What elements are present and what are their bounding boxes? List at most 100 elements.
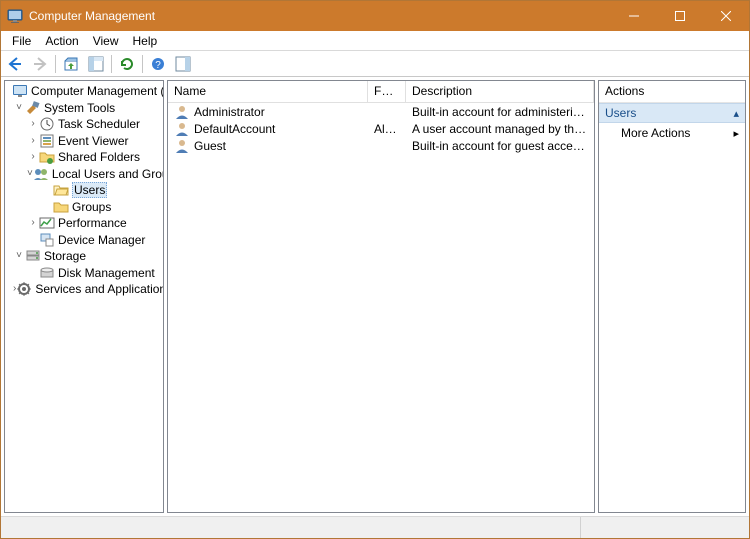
tree-label: Performance — [58, 216, 127, 230]
tree-label: Shared Folders — [58, 150, 140, 164]
computer-management-window: Computer Management File Action View Hel… — [0, 0, 750, 539]
toolbar-separator — [111, 55, 112, 73]
list-item[interactable]: Administrator Built-in account for admin… — [168, 103, 594, 120]
list-body[interactable]: Administrator Built-in account for admin… — [168, 103, 594, 154]
disk-icon — [39, 265, 55, 281]
tree-storage[interactable]: ˅ Storage — [5, 248, 163, 265]
tree-disk-management[interactable]: › Disk Management — [5, 265, 163, 282]
collapse-icon[interactable]: ˅ — [13, 103, 25, 113]
tree-event-viewer[interactable]: › Event Viewer — [5, 133, 163, 150]
tree-performance[interactable]: › Performance — [5, 215, 163, 232]
toolbar-separator — [55, 55, 56, 73]
list-item[interactable]: Guest Built-in account for guest access … — [168, 137, 594, 154]
menu-view[interactable]: View — [86, 32, 126, 50]
tree-groups[interactable]: › Groups — [5, 199, 163, 216]
tree-label: Task Scheduler — [58, 117, 140, 131]
services-icon — [16, 281, 32, 297]
svg-text:?: ? — [155, 60, 161, 71]
tree-label: Storage — [44, 249, 86, 263]
user-icon — [174, 121, 190, 137]
tree-task-scheduler[interactable]: › Task Scheduler — [5, 116, 163, 133]
actions-pane-title: Actions — [599, 81, 745, 103]
tree-label: Computer Management (Local) — [31, 84, 164, 98]
tree-label: System Tools — [44, 101, 115, 115]
up-button[interactable] — [59, 53, 83, 75]
status-cell — [1, 517, 581, 538]
users-groups-icon — [33, 166, 49, 182]
user-icon — [174, 138, 190, 154]
cell-name: DefaultAccount — [194, 122, 275, 136]
cell-name: Guest — [194, 139, 226, 153]
column-header-description[interactable]: Description — [406, 81, 594, 102]
hammer-icon — [25, 100, 41, 116]
toolbar-separator — [142, 55, 143, 73]
tree-label: Device Manager — [58, 233, 145, 247]
expand-icon[interactable]: › — [27, 119, 39, 129]
tree-label: Local Users and Groups — [52, 167, 164, 181]
tree-root[interactable]: ▾ Computer Management (Local) — [5, 83, 163, 100]
expand-icon[interactable]: › — [27, 218, 39, 228]
actions-group-header[interactable]: Users ▴ — [599, 103, 745, 123]
help-button[interactable]: ? — [146, 53, 170, 75]
expand-icon[interactable]: › — [27, 152, 39, 162]
back-button[interactable] — [3, 53, 27, 75]
toolbar: ? — [1, 51, 749, 77]
window-controls — [611, 1, 749, 31]
menu-file[interactable]: File — [5, 32, 38, 50]
event-log-icon — [39, 133, 55, 149]
forward-button[interactable] — [28, 53, 52, 75]
user-icon — [174, 104, 190, 120]
devices-icon — [39, 232, 55, 248]
performance-icon — [39, 215, 55, 231]
storage-icon — [25, 248, 41, 264]
menu-bar: File Action View Help — [1, 31, 749, 51]
clock-icon — [39, 116, 55, 132]
tree-system-tools[interactable]: ˅ System Tools — [5, 100, 163, 117]
actions-group-label: Users — [605, 106, 636, 120]
tree-label: Services and Applications — [35, 282, 164, 296]
computer-management-icon — [12, 83, 28, 99]
actions-more-actions[interactable]: More Actions ▸ — [599, 123, 745, 143]
tree-local-users-groups[interactable]: ˅ Local Users and Groups — [5, 166, 163, 183]
folder-icon — [53, 199, 69, 215]
list-header: Name Full ... Description — [168, 81, 594, 103]
computer-management-icon — [7, 8, 23, 24]
collapse-icon[interactable]: ▴ — [733, 107, 739, 120]
collapse-icon[interactable]: ˅ — [13, 251, 25, 261]
minimize-button[interactable] — [611, 1, 657, 31]
window-title: Computer Management — [29, 9, 611, 23]
tree-label: Users — [72, 182, 107, 198]
content-area: ▾ Computer Management (Local) ˅ System T… — [1, 77, 749, 516]
status-bar — [1, 516, 749, 538]
cell-description: Built-in account for guest access t... — [406, 139, 594, 153]
tree-shared-folders[interactable]: › Shared Folders — [5, 149, 163, 166]
list-item[interactable]: DefaultAccount Alex... A user account ma… — [168, 120, 594, 137]
console-tree[interactable]: ▾ Computer Management (Local) ˅ System T… — [5, 81, 163, 300]
close-button[interactable] — [703, 1, 749, 31]
console-tree-pane[interactable]: ▾ Computer Management (Local) ˅ System T… — [4, 80, 164, 513]
menu-help[interactable]: Help — [126, 32, 165, 50]
results-pane[interactable]: Name Full ... Description Administrator … — [167, 80, 595, 513]
actions-pane[interactable]: Actions Users ▴ More Actions ▸ — [598, 80, 746, 513]
tree-services-apps[interactable]: › Services and Applications — [5, 281, 163, 298]
cell-description: A user account managed by the s... — [406, 122, 594, 136]
column-header-name[interactable]: Name — [168, 81, 368, 102]
cell-description: Built-in account for administering... — [406, 105, 594, 119]
show-hide-tree-button[interactable] — [84, 53, 108, 75]
cell-name: Administrator — [194, 105, 265, 119]
submenu-arrow-icon: ▸ — [733, 127, 739, 140]
tree-label: Disk Management — [58, 266, 155, 280]
folder-open-icon — [53, 182, 69, 198]
tree-users[interactable]: › Users — [5, 182, 163, 199]
refresh-button[interactable] — [115, 53, 139, 75]
maximize-button[interactable] — [657, 1, 703, 31]
tree-device-manager[interactable]: › Device Manager — [5, 232, 163, 249]
tree-label: Groups — [72, 200, 111, 214]
show-action-pane-button[interactable] — [171, 53, 195, 75]
title-bar[interactable]: Computer Management — [1, 1, 749, 31]
cell-full-name: Alex... — [368, 122, 406, 136]
expand-icon[interactable]: › — [27, 136, 39, 146]
menu-action[interactable]: Action — [38, 32, 85, 50]
tree-label: Event Viewer — [58, 134, 128, 148]
column-header-full-name[interactable]: Full ... — [368, 81, 406, 102]
